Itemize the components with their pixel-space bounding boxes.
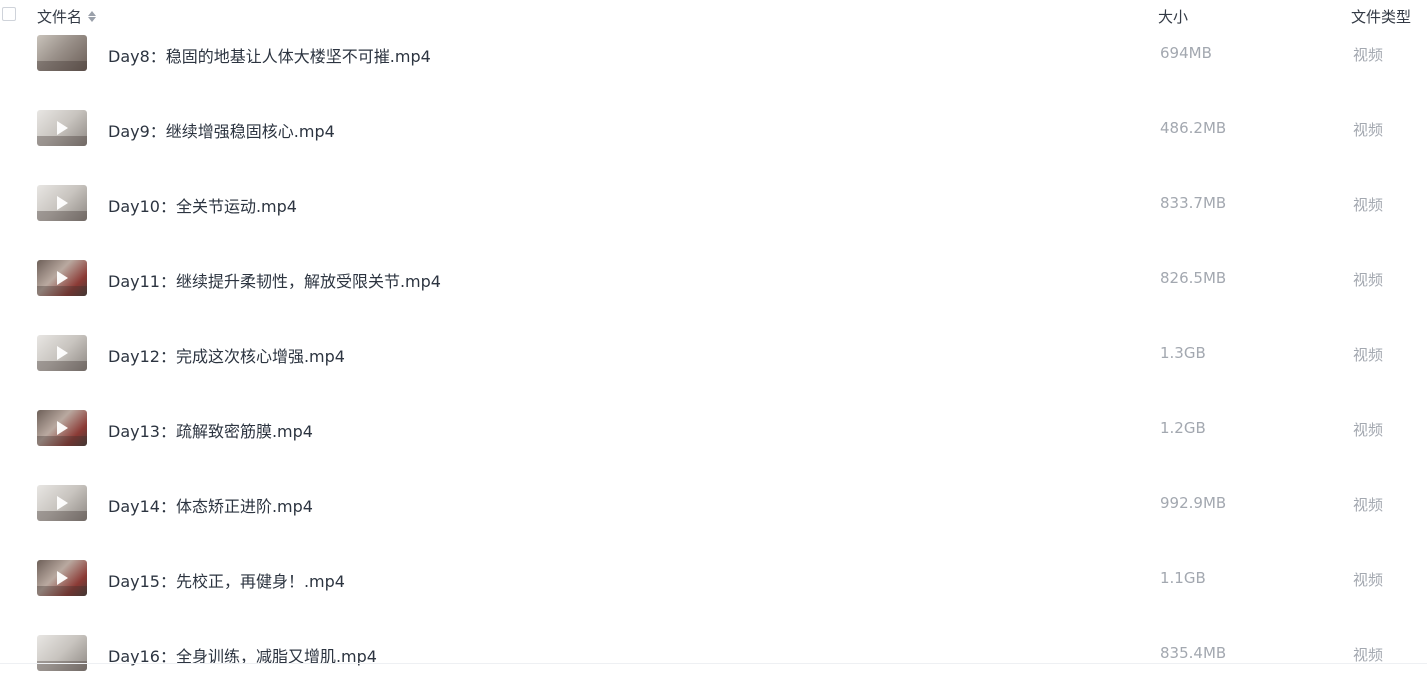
file-size: 1.1GB: [1160, 569, 1206, 587]
file-name[interactable]: Day11：继续提升柔韧性，解放受限关节.mp4: [108, 268, 441, 292]
file-type: 视频: [1353, 421, 1384, 439]
file-size: 835.4MB: [1160, 644, 1227, 662]
video-thumbnail[interactable]: [37, 260, 87, 296]
video-thumbnail[interactable]: [37, 410, 87, 446]
play-icon: [57, 121, 68, 135]
file-size: 694MB: [1160, 44, 1212, 62]
column-header-name-label: 文件名: [37, 8, 83, 26]
video-thumbnail[interactable]: [37, 110, 87, 146]
file-row[interactable]: Day9：继续增强稳固核心.mp4 486.2MB 视频: [0, 90, 1427, 165]
file-name[interactable]: Day14：体态矫正进阶.mp4: [108, 493, 313, 517]
column-header-type[interactable]: 文件类型: [1351, 6, 1411, 27]
file-size: 486.2MB: [1160, 119, 1227, 137]
file-type: 视频: [1353, 571, 1384, 589]
file-size: 1.2GB: [1160, 419, 1206, 437]
list-bottom-divider: [0, 663, 1427, 664]
file-type: 视频: [1353, 121, 1384, 139]
file-name[interactable]: Day8：稳固的地基让人体大楼坚不可摧.mp4: [108, 43, 431, 67]
file-name[interactable]: Day10：全关节运动.mp4: [108, 193, 297, 217]
play-icon: [57, 421, 68, 435]
file-name[interactable]: Day15：先校正，再健身！.mp4: [108, 568, 345, 592]
sort-icon[interactable]: [88, 11, 97, 22]
play-icon: [57, 571, 68, 585]
file-size: 992.9MB: [1160, 494, 1227, 512]
select-all-checkbox[interactable]: [2, 7, 16, 21]
file-type: 视频: [1353, 46, 1384, 64]
column-header-name[interactable]: 文件名: [37, 6, 97, 27]
file-list-header: 文件名 大小 文件类型: [0, 0, 1427, 32]
file-row[interactable]: Day12：完成这次核心增强.mp4 1.3GB 视频: [0, 315, 1427, 390]
file-type: 视频: [1353, 196, 1384, 214]
video-thumbnail[interactable]: [37, 485, 87, 521]
file-type: 视频: [1353, 646, 1384, 664]
file-row[interactable]: Day16：全身训练，减脂又增肌.mp4 835.4MB 视频: [0, 615, 1427, 690]
file-type: 视频: [1353, 271, 1384, 289]
video-thumbnail[interactable]: [37, 335, 87, 371]
file-row[interactable]: Day15：先校正，再健身！.mp4 1.1GB 视频: [0, 540, 1427, 615]
file-name[interactable]: Day9：继续增强稳固核心.mp4: [108, 118, 335, 142]
play-icon: [57, 196, 68, 210]
column-header-size[interactable]: 大小: [1158, 6, 1188, 27]
play-icon: [57, 271, 68, 285]
file-size: 833.7MB: [1160, 194, 1227, 212]
video-thumbnail[interactable]: [37, 635, 87, 671]
file-name[interactable]: Day13：疏解致密筋膜.mp4: [108, 418, 313, 442]
file-row[interactable]: Day14：体态矫正进阶.mp4 992.9MB 视频: [0, 465, 1427, 540]
file-row[interactable]: Day13：疏解致密筋膜.mp4 1.2GB 视频: [0, 390, 1427, 465]
video-thumbnail[interactable]: [37, 560, 87, 596]
file-size: 826.5MB: [1160, 269, 1227, 287]
file-name[interactable]: Day12：完成这次核心增强.mp4: [108, 343, 345, 367]
video-thumbnail[interactable]: [37, 185, 87, 221]
play-icon: [57, 346, 68, 360]
file-list: Day8：稳固的地基让人体大楼坚不可摧.mp4 694MB 视频 Day9：继续…: [0, 15, 1427, 690]
play-icon: [57, 496, 68, 510]
file-row[interactable]: Day10：全关节运动.mp4 833.7MB 视频: [0, 165, 1427, 240]
file-type: 视频: [1353, 496, 1384, 514]
file-type: 视频: [1353, 346, 1384, 364]
file-row[interactable]: Day11：继续提升柔韧性，解放受限关节.mp4 826.5MB 视频: [0, 240, 1427, 315]
file-size: 1.3GB: [1160, 344, 1206, 362]
video-thumbnail[interactable]: [37, 35, 87, 71]
